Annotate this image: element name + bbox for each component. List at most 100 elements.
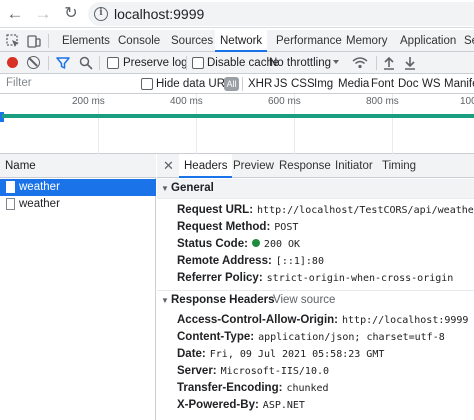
header-value: Microsoft-IIS/10.0 (220, 366, 330, 377)
transfer-encoding-row: Transfer-Encoding: chunked (177, 382, 329, 394)
search-icon[interactable] (79, 56, 93, 70)
throttling-select[interactable]: No throttling (269, 52, 331, 74)
filter-doc[interactable]: Doc (398, 74, 418, 94)
filter-manifest[interactable]: Manifes (444, 74, 474, 94)
back-arrow-icon[interactable]: ← (4, 3, 26, 25)
header-value: 200 OK (263, 239, 301, 250)
date-row: Date: Fri, 09 Jul 2021 05:58:23 GMT (177, 348, 384, 360)
clear-icon[interactable] (27, 56, 40, 69)
inspect-element-icon[interactable] (6, 34, 20, 48)
forward-arrow-icon[interactable]: → (32, 3, 54, 25)
close-icon[interactable]: ✕ (163, 158, 174, 174)
request-name: weather (19, 181, 60, 193)
expand-triangle-icon[interactable]: ▼ (161, 296, 169, 305)
tab-response[interactable]: Response (279, 154, 331, 178)
remote-address-row: Remote Address: [::1]:80 (177, 255, 324, 267)
header-value: strict-origin-when-cross-origin (266, 273, 454, 284)
header-value: http://localhost/TestCORS/api/weather (257, 205, 474, 216)
hide-data-urls-checkbox[interactable] (141, 78, 153, 90)
tick-label: 600 ms (268, 96, 301, 107)
filter-all-button[interactable]: All (224, 77, 239, 91)
tab-application[interactable]: Application (400, 30, 456, 52)
general-section-header[interactable]: ▼ General (157, 179, 474, 199)
info-icon[interactable]: i (94, 7, 108, 21)
tick-label: 200 ms (72, 96, 105, 107)
preserve-log-checkbox[interactable] (107, 57, 119, 69)
device-toolbar-icon[interactable] (27, 34, 41, 48)
header-key: X-Powered-By: (177, 399, 259, 411)
tick-label: 800 ms (366, 96, 399, 107)
section-title: Response Headers (171, 294, 275, 306)
status-dot-icon (251, 239, 260, 247)
request-method-row: Request Method: POST (177, 221, 298, 233)
request-timing-bar (2, 114, 474, 118)
header-value: Fri, 09 Jul 2021 05:58:23 GMT (209, 349, 385, 360)
filter-xhr[interactable]: XHR (248, 74, 272, 94)
filter-css[interactable]: CSS (291, 74, 315, 94)
filter-funnel-icon[interactable] (56, 56, 70, 70)
filter-ws[interactable]: WS (422, 74, 441, 94)
import-har-icon[interactable] (383, 56, 395, 70)
tab-security[interactable]: Se (464, 30, 474, 52)
document-icon (6, 181, 15, 193)
browser-toolbar: ← → ↻ i localhost:9999 (0, 0, 474, 28)
disable-cache-checkbox[interactable] (192, 57, 204, 69)
details-tab-bar: ✕ Headers Preview Response Initiator Tim… (157, 154, 474, 178)
section-title: General (171, 182, 214, 194)
tab-memory[interactable]: Memory (346, 30, 388, 52)
filter-js[interactable]: JS (274, 74, 287, 94)
divider (99, 56, 100, 70)
request-list: Name weather weather (0, 154, 156, 420)
tab-console[interactable]: Console (118, 30, 160, 52)
tab-sources[interactable]: Sources (171, 30, 213, 52)
url-text[interactable]: localhost:9999 (114, 6, 204, 22)
filter-media[interactable]: Media (338, 74, 369, 94)
network-conditions-icon[interactable] (352, 56, 368, 70)
header-key: Referrer Policy: (177, 272, 263, 284)
filter-font[interactable]: Font (371, 74, 394, 94)
tab-initiator[interactable]: Initiator (335, 154, 373, 178)
filter-input[interactable]: Filter (6, 77, 32, 89)
chevron-down-icon[interactable] (333, 60, 339, 64)
response-headers-section-header[interactable]: ▼ Response Headers View source (157, 291, 474, 311)
header-value: chunked (286, 383, 329, 394)
header-value: ASP.NET (262, 400, 305, 411)
header-value: [::1]:80 (275, 256, 324, 267)
network-toolbar: Preserve log Disable cache No throttling (0, 52, 474, 74)
view-source-link[interactable]: View source (273, 294, 335, 306)
filter-img[interactable]: Img (314, 74, 333, 94)
timeline-overview[interactable]: 200 ms 400 ms 600 ms 800 ms 1000 (0, 94, 474, 154)
tab-headers[interactable]: Headers (179, 154, 233, 178)
header-key: Access-Control-Allow-Origin: (177, 314, 339, 326)
header-key: Server: (177, 365, 217, 377)
record-icon[interactable] (7, 57, 18, 68)
tab-timing[interactable]: Timing (382, 154, 416, 178)
divider (48, 56, 49, 70)
header-key: Request Method: (177, 221, 271, 233)
header-key: Content-Type: (177, 331, 255, 343)
reload-icon[interactable]: ↻ (60, 3, 82, 25)
preserve-log-label[interactable]: Preserve log (123, 52, 188, 74)
name-column-header[interactable]: Name (0, 154, 156, 178)
content-type-row: Content-Type: application/json; charset=u… (177, 331, 445, 343)
divider (186, 56, 187, 70)
server-row: Server: Microsoft-IIS/10.0 (177, 365, 329, 377)
request-row[interactable]: weather (0, 196, 156, 213)
tab-network[interactable]: Network (215, 30, 268, 52)
tab-preview[interactable]: Preview (233, 154, 274, 178)
address-bar[interactable]: i localhost:9999 (88, 2, 474, 26)
tick-label: 1000 (460, 96, 474, 107)
expand-triangle-icon[interactable]: ▼ (161, 184, 169, 193)
header-key: Request URL: (177, 204, 254, 216)
export-har-icon[interactable] (404, 56, 416, 70)
tab-elements[interactable]: Elements (62, 30, 110, 52)
x-powered-by-row: X-Powered-By: ASP.NET (177, 399, 305, 411)
filter-bar: Filter Hide data URLs All XHR JS CSS Img… (0, 74, 474, 94)
request-name: weather (19, 198, 60, 210)
header-value: POST (274, 222, 299, 233)
tab-performance[interactable]: Performance (276, 30, 342, 52)
request-row[interactable]: weather (0, 179, 156, 196)
divider (48, 34, 49, 48)
referrer-policy-row: Referrer Policy: strict-origin-when-cross… (177, 272, 453, 284)
document-icon (6, 198, 15, 210)
